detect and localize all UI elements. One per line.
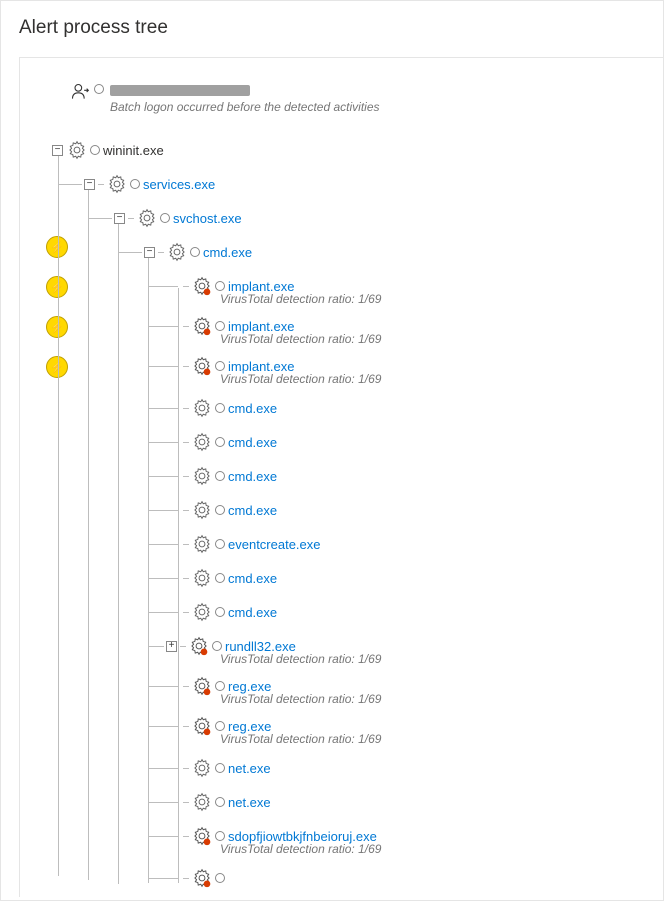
process-name[interactable]: net.exe	[228, 795, 271, 810]
process-name[interactable]: cmd.exe	[228, 571, 277, 586]
process-icon	[192, 758, 212, 778]
process-node-implant[interactable]: implant.exe VirusTotal detection ratio: …	[148, 276, 294, 296]
process-name[interactable]: eventcreate.exe	[228, 537, 321, 552]
process-node-implant[interactable]: implant.exe VirusTotal detection ratio: …	[148, 356, 294, 376]
process-icon	[67, 140, 87, 160]
process-icon	[192, 500, 212, 520]
detection-ratio: VirusTotal detection ratio: 1/69	[220, 692, 381, 706]
tree-panel: Batch logon occurred before the detected…	[19, 57, 663, 897]
process-name[interactable]: services.exe	[143, 177, 215, 192]
selector-circle[interactable]	[215, 403, 225, 413]
process-node-reg[interactable]: reg.exe VirusTotal detection ratio: 1/69	[148, 716, 271, 736]
process-node-cmd[interactable]: cmd.exe	[148, 466, 277, 486]
expander-minus-icon[interactable]: −	[52, 145, 63, 156]
process-name[interactable]: cmd.exe	[228, 503, 277, 518]
selector-circle[interactable]	[215, 505, 225, 515]
process-node-cmd[interactable]: cmd.exe	[148, 568, 277, 588]
process-alert-icon	[192, 276, 212, 296]
alert-indicator[interactable]: ⚡	[46, 236, 68, 258]
detection-ratio: VirusTotal detection ratio: 1/69	[220, 292, 381, 306]
process-icon	[107, 174, 127, 194]
selector-circle[interactable]	[212, 641, 222, 651]
process-node-implant[interactable]: implant.exe VirusTotal detection ratio: …	[148, 316, 294, 336]
detection-ratio: VirusTotal detection ratio: 1/69	[220, 332, 381, 346]
process-icon	[192, 466, 212, 486]
selector-circle[interactable]	[215, 281, 225, 291]
selector-circle[interactable]	[160, 213, 170, 223]
selector-circle[interactable]	[215, 831, 225, 841]
selector-circle[interactable]	[215, 573, 225, 583]
process-name[interactable]: cmd.exe	[203, 245, 252, 260]
page-title: Alert process tree	[19, 17, 663, 39]
process-alert-icon	[192, 676, 212, 696]
process-node-reg[interactable]: reg.exe VirusTotal detection ratio: 1/69	[148, 676, 271, 696]
selector-circle[interactable]	[215, 437, 225, 447]
process-node-wininit[interactable]: − wininit.exe	[52, 140, 164, 160]
process-name: wininit.exe	[103, 143, 164, 158]
process-node-eventcreate[interactable]: eventcreate.exe	[148, 534, 321, 554]
expander-minus-icon[interactable]: −	[114, 213, 125, 224]
selector-circle[interactable]	[215, 361, 225, 371]
process-icon	[192, 398, 212, 418]
process-alert-icon	[192, 356, 212, 376]
selector-circle[interactable]	[215, 681, 225, 691]
process-name[interactable]: net.exe	[228, 761, 271, 776]
process-icon	[192, 432, 212, 452]
user-subnote: Batch logon occurred before the detected…	[110, 100, 380, 114]
selector-circle[interactable]	[90, 145, 100, 155]
detection-ratio: VirusTotal detection ratio: 1/69	[220, 652, 381, 666]
selector-circle[interactable]	[215, 471, 225, 481]
process-node-cmd[interactable]: cmd.exe	[148, 398, 277, 418]
process-node-cmd[interactable]: cmd.exe	[148, 500, 277, 520]
selector-circle[interactable]	[215, 321, 225, 331]
process-name[interactable]: cmd.exe	[228, 605, 277, 620]
detection-ratio: VirusTotal detection ratio: 1/69	[220, 732, 381, 746]
process-name[interactable]: svchost.exe	[173, 211, 242, 226]
process-node-net[interactable]: net.exe	[148, 792, 271, 812]
process-node-services[interactable]: − services.exe	[58, 174, 215, 194]
process-icon	[192, 534, 212, 554]
detection-ratio: VirusTotal detection ratio: 1/69	[220, 372, 381, 386]
process-node-svchost[interactable]: − svchost.exe	[88, 208, 242, 228]
process-icon	[192, 568, 212, 588]
alert-indicator[interactable]: ⚡	[46, 356, 68, 378]
process-node-cmd[interactable]: cmd.exe	[148, 602, 277, 622]
process-icon	[167, 242, 187, 262]
expander-plus-icon[interactable]: +	[166, 641, 177, 652]
process-alert-icon	[192, 868, 212, 888]
process-icon	[192, 602, 212, 622]
process-name[interactable]: cmd.exe	[228, 435, 277, 450]
user-selector-circle[interactable]	[94, 84, 104, 94]
process-name[interactable]: cmd.exe	[228, 469, 277, 484]
expander-minus-icon[interactable]: −	[84, 179, 95, 190]
selector-circle[interactable]	[215, 539, 225, 549]
user-row[interactable]: Batch logon occurred before the detected…	[70, 82, 663, 114]
process-alert-icon	[192, 716, 212, 736]
process-node-net[interactable]: net.exe	[148, 758, 271, 778]
process-node-cmd[interactable]: cmd.exe	[148, 432, 277, 452]
process-node-sdop[interactable]: sdopfjiowtbkjfnbeioruj.exe VirusTotal de…	[148, 826, 377, 846]
process-icon	[192, 792, 212, 812]
selector-circle[interactable]	[215, 607, 225, 617]
selector-circle[interactable]	[190, 247, 200, 257]
process-icon	[137, 208, 157, 228]
alert-indicator[interactable]: ⚡	[46, 316, 68, 338]
selector-circle[interactable]	[130, 179, 140, 189]
process-node-cmd-parent[interactable]: − cmd.exe	[118, 242, 252, 262]
process-alert-icon	[192, 316, 212, 336]
process-node-partial[interactable]	[148, 868, 228, 888]
process-alert-icon	[189, 636, 209, 656]
selector-circle[interactable]	[215, 763, 225, 773]
detection-ratio: VirusTotal detection ratio: 1/69	[220, 842, 381, 856]
selector-circle[interactable]	[215, 873, 225, 883]
selector-circle[interactable]	[215, 721, 225, 731]
process-node-rundll32[interactable]: + rundll32.exe VirusTotal detection rati…	[148, 636, 296, 656]
expander-minus-icon[interactable]: −	[144, 247, 155, 258]
alert-indicator[interactable]: ⚡	[46, 276, 68, 298]
username-redacted	[110, 85, 250, 96]
process-name[interactable]: cmd.exe	[228, 401, 277, 416]
selector-circle[interactable]	[215, 797, 225, 807]
process-alert-icon	[192, 826, 212, 846]
user-icon	[70, 82, 90, 102]
